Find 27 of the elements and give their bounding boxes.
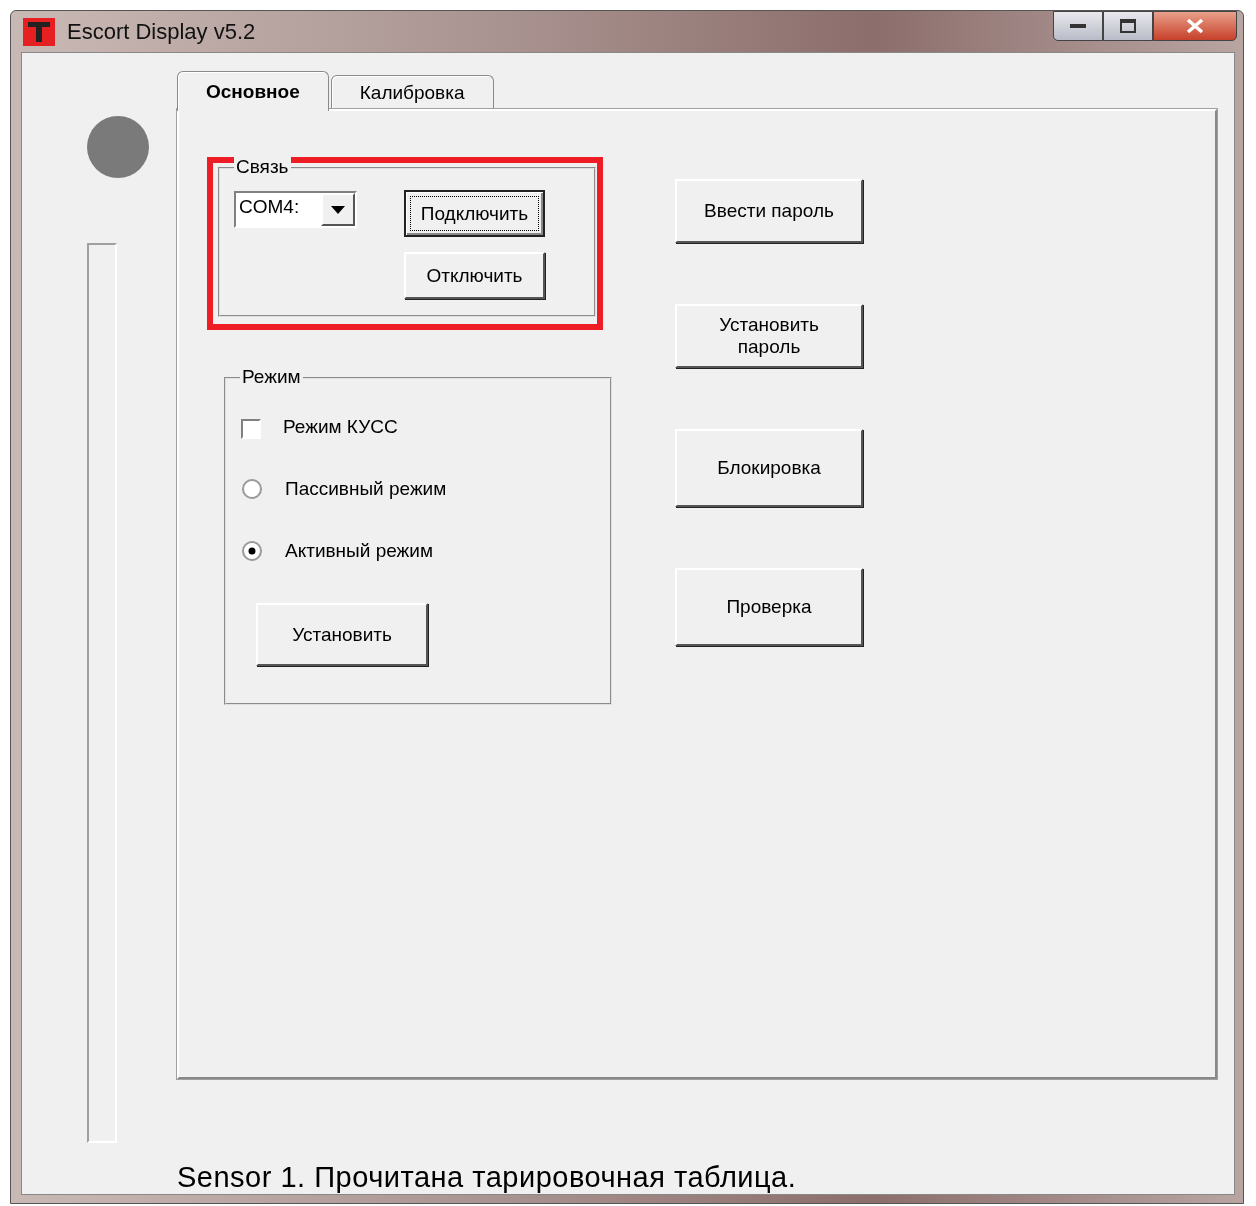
maximize-button[interactable] bbox=[1103, 11, 1153, 41]
dropdown-value: COM4: bbox=[238, 195, 301, 219]
radio-button[interactable] bbox=[241, 540, 263, 562]
radio-button[interactable] bbox=[241, 478, 263, 500]
tab[interactable]: Калибровка bbox=[330, 75, 494, 109]
window-title: Escort Display v5.2 bbox=[67, 18, 257, 45]
option-label: Пассивный режим bbox=[285, 478, 447, 500]
close-button[interactable] bbox=[1153, 11, 1237, 41]
action-button[interactable]: Блокировка bbox=[675, 429, 863, 507]
status-text: Sensor 1. Прочитана тарировочная таблица. bbox=[177, 1161, 798, 1194]
minimize-button[interactable] bbox=[1053, 11, 1103, 41]
port-dropdown[interactable]: COM4: bbox=[234, 191, 357, 228]
tab[interactable]: Основное bbox=[177, 71, 329, 111]
dropdown-arrow-icon bbox=[331, 205, 345, 214]
action-button[interactable]: Ввести пароль bbox=[675, 179, 863, 243]
checkbox[interactable] bbox=[241, 419, 261, 439]
apply-button[interactable]: Установить bbox=[256, 603, 428, 666]
option-label: Активный режим bbox=[285, 540, 433, 562]
action-button[interactable]: Установить пароль bbox=[675, 304, 863, 368]
close-icon bbox=[1185, 18, 1205, 34]
action-button[interactable]: Проверка bbox=[675, 568, 863, 646]
maximize-icon bbox=[1120, 19, 1136, 33]
minimize-icon bbox=[1070, 23, 1086, 29]
connect-button[interactable]: Подключить bbox=[404, 190, 545, 237]
app-icon bbox=[23, 17, 55, 46]
option-label: Режим КУСС bbox=[283, 416, 398, 438]
disconnect-button[interactable]: Отключить bbox=[404, 252, 545, 299]
